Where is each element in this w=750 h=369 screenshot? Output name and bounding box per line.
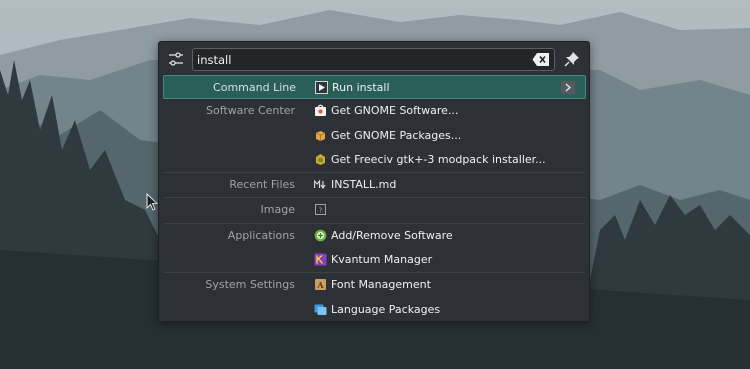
- search-field[interactable]: [192, 48, 555, 71]
- package-icon: [315, 130, 326, 141]
- backspace-clear-icon[interactable]: [532, 52, 550, 67]
- category-label: System Settings: [205, 278, 295, 292]
- search-bar: [159, 42, 589, 76]
- mouse-cursor-icon: [146, 193, 158, 211]
- result-get-gnome-packages[interactable]: Get GNOME Packages...: [163, 124, 586, 148]
- result-label: Run install: [332, 81, 390, 94]
- kvantum-icon: [314, 253, 327, 266]
- result-label: Kvantum Manager: [331, 253, 433, 267]
- pin-icon[interactable]: [564, 51, 580, 67]
- result-get-freeciv[interactable]: Get Freeciv gtk+-3 modpack installer...: [163, 148, 586, 172]
- search-input[interactable]: [197, 51, 527, 68]
- result-label: INSTALL.md: [331, 178, 397, 192]
- svg-text:A: A: [316, 280, 324, 290]
- freeciv-icon: [316, 153, 325, 165]
- svg-text:?: ?: [319, 207, 323, 215]
- result-get-gnome-software[interactable]: Software Center Get GNOME Software...: [163, 99, 586, 123]
- category-label: Applications: [227, 228, 295, 242]
- result-label: Get GNOME Software...: [331, 104, 459, 118]
- result-label: Get Freeciv gtk+-3 modpack installer...: [331, 152, 546, 166]
- result-label: Get GNOME Packages...: [331, 128, 462, 142]
- font-management-icon: A: [315, 279, 326, 291]
- software-store-icon: [315, 104, 326, 117]
- image-file-icon: ?: [315, 204, 326, 216]
- result-add-remove-software[interactable]: Applications Add/Remove Software: [163, 224, 586, 248]
- krunner-window: Command Line Run install Software Center…: [158, 41, 590, 322]
- result-label: Language Packages: [331, 302, 441, 316]
- run-action-button[interactable]: [561, 81, 575, 94]
- result-kvantum-manager[interactable]: Kvantum Manager: [163, 248, 586, 272]
- language-packages-icon: [314, 304, 327, 315]
- add-remove-software-icon: [314, 229, 327, 242]
- result-run-install[interactable]: Command Line Run install: [163, 75, 586, 100]
- result-install-md[interactable]: Recent Files INSTALL.md: [163, 173, 586, 197]
- chevron-right-icon: [565, 83, 571, 92]
- result-font-management[interactable]: System Settings A Font Management: [163, 273, 586, 297]
- category-label: Image: [260, 203, 295, 217]
- category-label: Recent Files: [229, 178, 295, 192]
- category-label: Software Center: [205, 104, 295, 118]
- result-language-packages[interactable]: Language Packages: [163, 298, 586, 322]
- result-label: Font Management: [331, 278, 431, 292]
- results-list: Command Line Run install Software Center…: [163, 75, 586, 322]
- result-image[interactable]: Image ?: [163, 198, 586, 222]
- category-label: Command Line: [213, 81, 296, 94]
- run-command-icon: [315, 81, 328, 94]
- result-label: Add/Remove Software: [331, 228, 453, 242]
- configure-sliders-icon[interactable]: [167, 51, 185, 67]
- markdown-file-icon: [314, 179, 326, 190]
